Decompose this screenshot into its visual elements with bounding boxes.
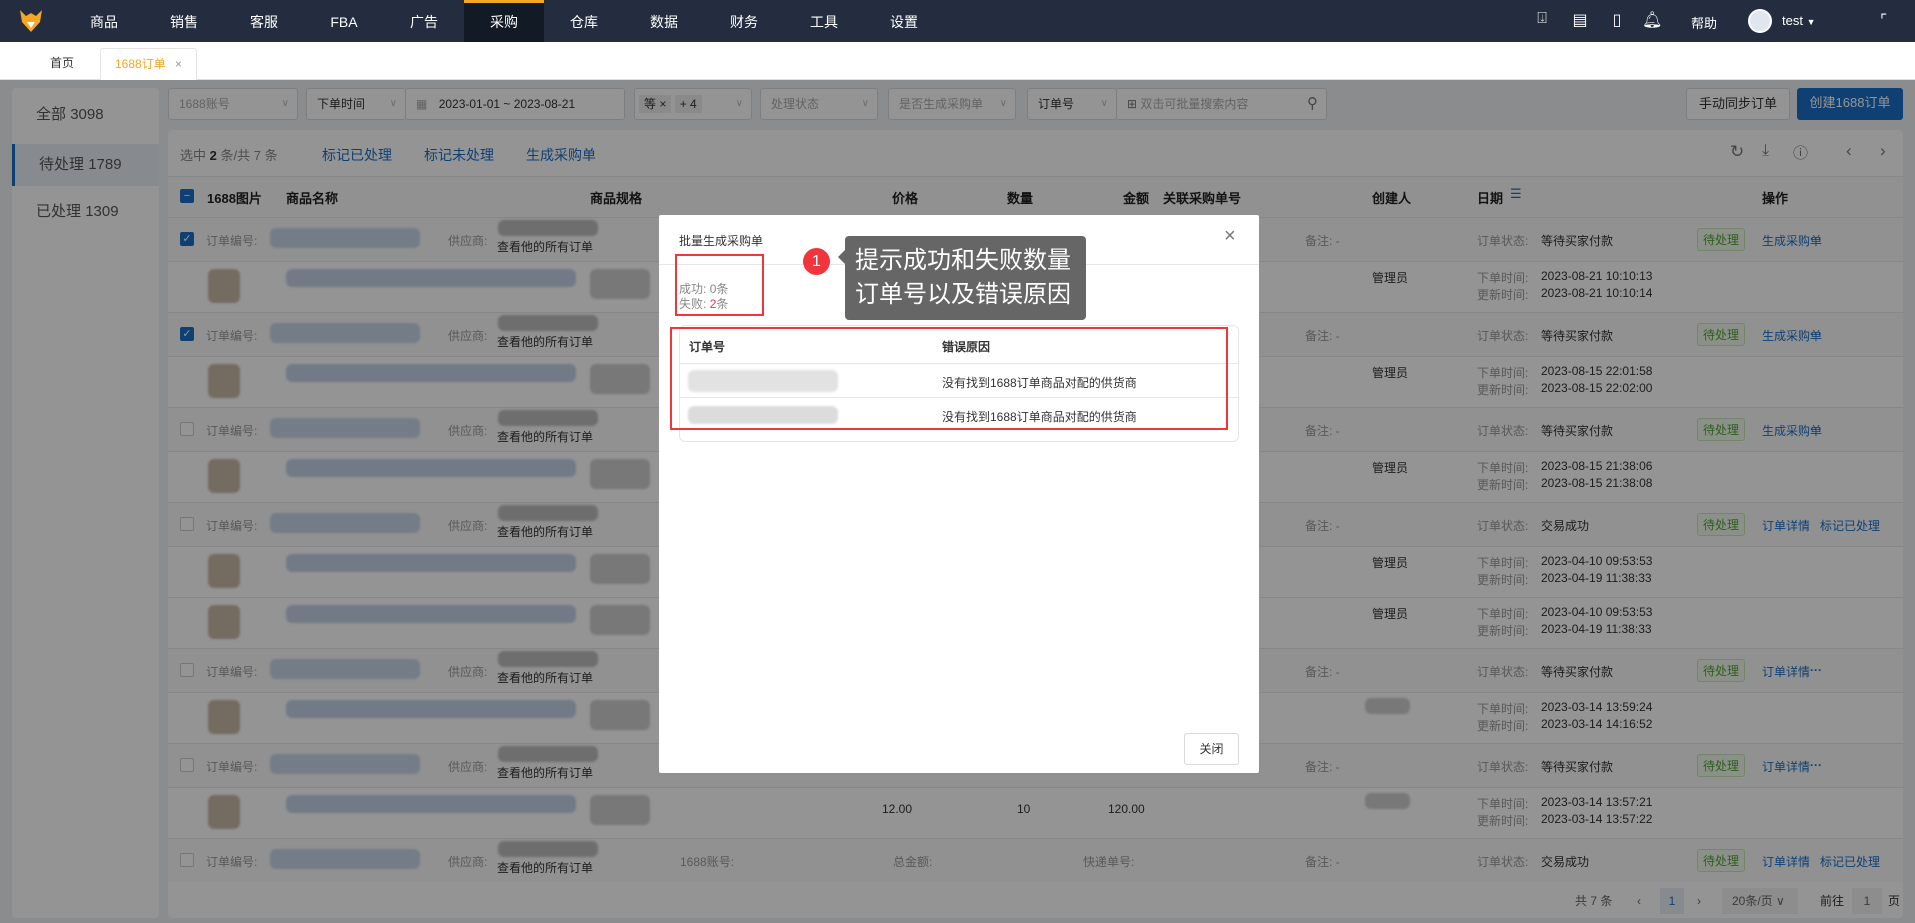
top-nav: 商品 销售 客服 FBA 广告 采购 仓库 数据 财务 工具 设置 ⍗ ▤ ▯ 🔔︎ 帮助 test…	[0, 0, 1915, 42]
tooltip-line: 提示成功和失败数量	[855, 247, 1071, 274]
mobile-icon[interactable]: ▯	[1607, 10, 1627, 32]
nav-item[interactable]: 采购	[464, 0, 544, 42]
annotation-badge: 1	[803, 248, 830, 275]
help-link[interactable]: 帮助	[1691, 13, 1717, 32]
close-icon[interactable]: ×	[1224, 225, 1236, 248]
annotation-tooltip: 提示成功和失败数量 订单号以及错误原因	[838, 236, 1086, 320]
download-icon[interactable]: ⍗	[1532, 10, 1552, 32]
text	[20, 10, 42, 32]
tooltip-line: 订单号以及错误原因	[855, 281, 1071, 308]
dialog-title: 批量生成采购单	[679, 234, 764, 248]
nav-item[interactable]: 销售	[144, 0, 224, 42]
username: test	[1782, 13, 1803, 28]
tab-bar: 首页 1688订单 ×	[0, 42, 1915, 80]
tab-home[interactable]: 首页	[36, 48, 88, 80]
annotation-box-summary	[675, 254, 764, 316]
bell-icon[interactable]: 🔔︎	[1642, 10, 1662, 32]
logo-icon	[20, 10, 42, 32]
nav-item[interactable]: FBA	[304, 0, 384, 42]
nav-item[interactable]: 仓库	[544, 0, 624, 42]
close-icon[interactable]: ×	[175, 57, 182, 71]
nav-item[interactable]: 商品	[64, 0, 144, 42]
fullscreen-icon[interactable]: ⌜	[1880, 11, 1887, 29]
close-button[interactable]: 关闭	[1184, 733, 1239, 765]
avatar[interactable]	[1748, 9, 1772, 33]
nav-item[interactable]: 设置	[864, 0, 944, 42]
tab-1688-orders[interactable]: 1688订单 ×	[100, 48, 198, 80]
annotation-box-errors	[670, 327, 1228, 430]
nav-item[interactable]: 工具	[784, 0, 864, 42]
user-menu[interactable]: test ▼	[1782, 13, 1816, 28]
nav-item[interactable]: 客服	[224, 0, 304, 42]
caret-down-icon: ▼	[1806, 17, 1816, 27]
nav-item[interactable]: 广告	[384, 0, 464, 42]
document-add-icon[interactable]: ▤	[1570, 10, 1590, 32]
nav-item[interactable]: 财务	[704, 0, 784, 42]
nav-item[interactable]: 数据	[624, 0, 704, 42]
tab-label: 1688订单	[115, 57, 166, 71]
